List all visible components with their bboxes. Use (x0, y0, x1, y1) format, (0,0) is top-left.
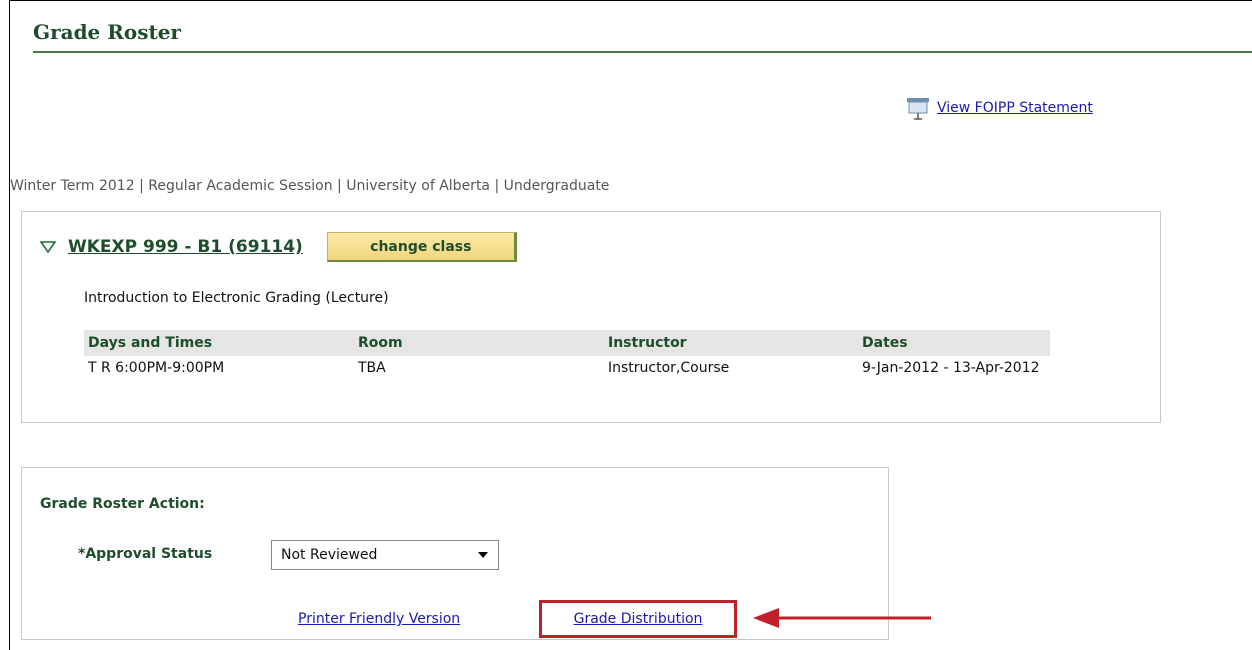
header-room: Room (354, 330, 604, 356)
change-class-button[interactable]: change class (326, 232, 517, 262)
monitor-icon (907, 98, 929, 120)
table-row: T R 6:00PM-9:00PM TBA Instructor,Course … (84, 356, 1050, 380)
collapse-triangle-icon[interactable] (40, 240, 56, 254)
approval-status-select[interactable]: Not Reviewed (271, 540, 499, 570)
class-header: WKEXP 999 - B1 (69114) change class (40, 232, 517, 262)
schedule-table: Days and Times Room Instructor Dates T R… (84, 330, 1050, 380)
header-instructor: Instructor (604, 330, 858, 356)
arrow-left-icon (753, 608, 931, 628)
foipp-statement[interactable]: View FOIPP Statement (905, 95, 1093, 121)
chevron-down-icon (478, 552, 488, 558)
term-info: Winter Term 2012 | Regular Academic Sess… (10, 178, 610, 194)
title-divider (33, 51, 1252, 53)
printer-friendly-link[interactable]: Printer Friendly Version (298, 611, 460, 627)
grade-distribution-link[interactable]: Grade Distribution (574, 611, 703, 627)
approval-status-label: *Approval Status (78, 546, 213, 562)
class-section: WKEXP 999 - B1 (69114) change class Intr… (21, 211, 1161, 423)
foipp-link[interactable]: View FOIPP Statement (937, 100, 1093, 116)
action-title: Grade Roster Action: (40, 496, 205, 512)
class-description: Introduction to Electronic Grading (Lect… (84, 290, 389, 306)
header-dates: Dates (858, 330, 1050, 356)
page-title: Grade Roster (33, 20, 181, 44)
approval-status-value: Not Reviewed (281, 547, 378, 563)
header-days-times: Days and Times (84, 330, 354, 356)
cell-days-times: T R 6:00PM-9:00PM (88, 360, 225, 376)
schedule-header-row: Days and Times Room Instructor Dates (84, 330, 1050, 356)
cell-instructor: Instructor,Course (608, 360, 730, 376)
cell-room: TBA (358, 360, 386, 376)
cell-dates: 9-Jan-2012 - 13-Apr-2012 (862, 360, 1040, 376)
grade-distribution-highlight: Grade Distribution (539, 600, 737, 638)
class-code-link[interactable]: WKEXP 999 - B1 (69114) (68, 237, 303, 257)
